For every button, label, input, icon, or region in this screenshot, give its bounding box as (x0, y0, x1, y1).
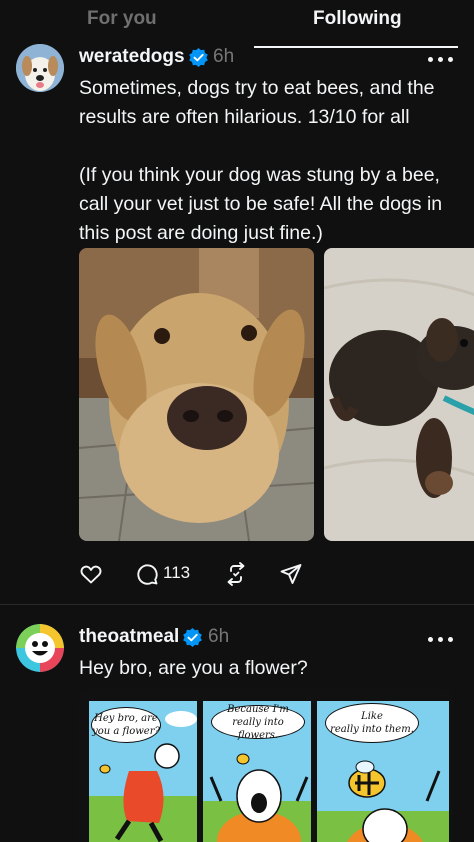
comic-speech-bubble: Hey bro, are you a flower? (91, 707, 161, 743)
more-options-icon[interactable] (428, 636, 454, 644)
comic-bubble-line: really into them. (330, 724, 414, 735)
avatar[interactable] (16, 44, 64, 92)
more-options-icon[interactable] (428, 56, 454, 64)
comic-panel-3: Like really into them. (315, 699, 451, 842)
post-timestamp: 6h (213, 46, 235, 67)
post-text-line: Sometimes, dogs try to eat bees, and the (79, 77, 435, 99)
comic-panel-1: Hey bro, are you a flower? (87, 699, 199, 842)
post-actions: 113 (79, 561, 319, 587)
avatar[interactable] (16, 624, 64, 672)
reply-icon[interactable] (135, 561, 159, 587)
comic-bubble-line: Like (361, 711, 383, 722)
dog-photo-icon (79, 248, 314, 541)
dog-photo-icon (324, 248, 474, 541)
comic-speech-bubble: Like really into them. (325, 703, 419, 743)
verified-badge-icon (189, 48, 208, 67)
reply-count: 113 (163, 563, 191, 582)
post-text-line: (If you think your dog was stung by a be… (79, 164, 440, 186)
post-image-comic[interactable]: Hey bro, are you a flower? Because I'm r… (79, 689, 453, 842)
post-text: Sometimes, dogs try to eat bees, and the… (79, 74, 463, 248)
post-text-line: call your vet just to be safe! All the d… (79, 193, 443, 215)
post-text-line: this post are doing just fine.) (79, 222, 323, 244)
post-username[interactable]: theoatmeal (79, 626, 179, 648)
post-image-dachshund[interactable] (324, 248, 474, 541)
post-username[interactable]: weratedogs (79, 46, 185, 68)
comic-panel-2: Because I'm really into flowers. (201, 699, 313, 842)
post-text: Hey bro, are you a flower? (79, 657, 308, 679)
post-image-dog-face[interactable] (79, 248, 314, 541)
verified-badge-icon (183, 628, 202, 647)
dog-avatar-icon (16, 44, 64, 92)
post-text-line: results are often hilarious. 13/10 for a… (79, 106, 410, 128)
comic-speech-bubble: Because I'm really into flowers. (211, 704, 305, 741)
repost-icon[interactable] (224, 561, 248, 587)
share-icon[interactable] (279, 561, 303, 587)
post-weratedogs: weratedogs 6h Sometimes, dogs try to eat… (0, 0, 474, 604)
post-timestamp: 6h (208, 626, 230, 647)
like-icon[interactable] (79, 561, 103, 587)
oatmeal-avatar-icon (16, 624, 64, 672)
